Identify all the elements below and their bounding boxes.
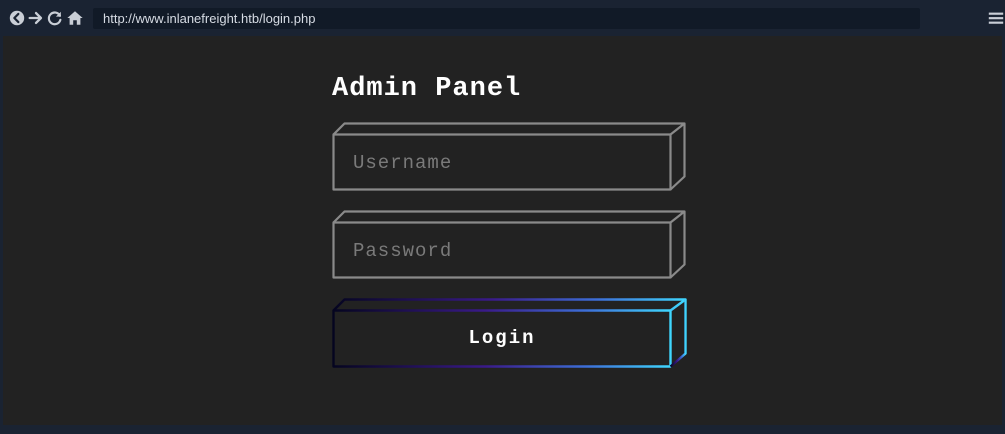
reload-icon[interactable] [45, 8, 65, 28]
page-content: Admin Panel Username Login [3, 36, 1002, 425]
forward-icon[interactable] [26, 8, 46, 28]
login-button[interactable]: Login [332, 298, 690, 370]
home-icon[interactable] [65, 8, 85, 28]
username-field-frame [332, 122, 688, 192]
login-button-label: Login [468, 327, 536, 349]
back-icon[interactable] [7, 8, 27, 28]
password-input[interactable] [351, 230, 665, 272]
bottom-border [0, 425, 1005, 434]
browser-toolbar: http://www.inlanefreight.htb/login.php [0, 0, 1005, 36]
password-field-frame [332, 210, 688, 280]
address-bar[interactable]: http://www.inlanefreight.htb/login.php [93, 8, 920, 29]
username-input[interactable] [351, 142, 665, 184]
page-title: Admin Panel [332, 74, 522, 104]
hamburger-menu-icon[interactable] [986, 8, 1005, 28]
